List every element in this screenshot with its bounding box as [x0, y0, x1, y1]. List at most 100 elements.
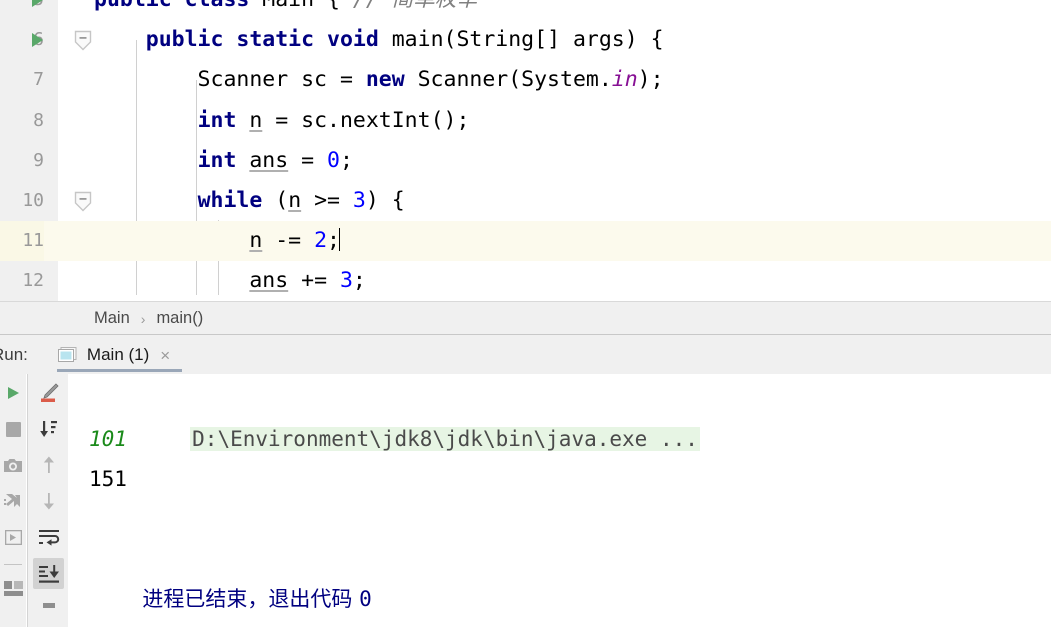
code-token: ans: [249, 147, 289, 173]
code-lines[interactable]: 5public class Main { // 简单枚举6 public sta…: [0, 0, 1051, 301]
code-line[interactable]: 10 while (n >= 3) {: [0, 181, 1051, 221]
code-token: 2: [314, 228, 328, 254]
code-text[interactable]: ans += 3;: [94, 261, 366, 301]
close-icon[interactable]: ×: [160, 347, 170, 364]
breadcrumb-separator-icon: ›: [140, 310, 146, 327]
code-token: class: [185, 0, 263, 12]
line-number: 12: [22, 270, 44, 292]
soft-wrap-icon[interactable]: [36, 524, 62, 550]
code-token: Scanner sc =: [94, 67, 366, 93]
run-gutter-icon[interactable]: [32, 33, 43, 48]
code-token: = sc.nextInt();: [262, 107, 470, 133]
scroll-to-end-icon[interactable]: [33, 558, 64, 589]
fold-collapse-icon[interactable]: [74, 30, 92, 52]
code-token: // 简单枚举: [353, 0, 478, 12]
line-number: 10: [22, 190, 44, 211]
code-line[interactable]: 11 n -= 2;: [0, 221, 1051, 262]
code-token: Main: [262, 0, 327, 12]
run-tab-main[interactable]: Main (1) ×: [52, 335, 183, 375]
text-caret: [338, 228, 340, 252]
code-line[interactable]: 7 Scanner sc = new Scanner(System.in);: [0, 60, 1051, 100]
code-editor[interactable]: 5public class Main { // 简单枚举6 public sta…: [0, 0, 1051, 301]
console-exit-message: 进程已结束，退出代码 0: [89, 539, 372, 627]
code-token: >=: [301, 188, 353, 213]
breadcrumb[interactable]: Main › main(): [0, 301, 1051, 335]
code-token: =: [288, 147, 328, 173]
code-token: 0: [327, 147, 340, 173]
code-text[interactable]: public class Main { // 简单枚举: [94, 0, 478, 20]
console-output[interactable]: D:\Environment\jdk8\jdk\bin\java.exe ...…: [68, 374, 1051, 627]
code-line[interactable]: 8 int n = sc.nextInt();: [0, 101, 1051, 141]
rerun-icon[interactable]: [2, 382, 24, 404]
code-token: 3: [352, 188, 366, 213]
code-token: n: [249, 107, 263, 133]
code-token: n: [288, 188, 302, 213]
code-token: static: [236, 27, 327, 53]
code-text[interactable]: public static void main(String[] args) {: [94, 20, 664, 60]
code-text[interactable]: int n = sc.nextInt();: [94, 101, 470, 141]
code-token: new: [365, 67, 418, 93]
resume-icon[interactable]: [2, 526, 24, 548]
code-token: public: [94, 0, 185, 12]
print-icon[interactable]: [36, 600, 62, 622]
code-token: int: [197, 147, 250, 173]
next-occurrence-icon[interactable]: [36, 488, 62, 514]
run-toolbar-left[interactable]: [0, 374, 26, 627]
previous-occurrence-icon[interactable]: [36, 452, 62, 478]
camera-icon[interactable]: [2, 454, 24, 476]
code-token: ans: [249, 268, 289, 294]
console-command-text: D:\Environment\jdk8\jdk\bin\java.exe ...: [190, 427, 700, 451]
code-text[interactable]: int ans = 0;: [94, 141, 353, 181]
stop-icon[interactable]: [2, 418, 24, 440]
line-number: 11: [0, 221, 44, 262]
code-token: );: [637, 67, 664, 93]
idea-window: 5public class Main { // 简单枚举6 public sta…: [0, 0, 1051, 627]
run-gutter-icon[interactable]: [32, 0, 43, 7]
code-token: int: [197, 107, 250, 133]
run-toolbar-right[interactable]: [27, 374, 69, 627]
code-line[interactable]: 12 ans += 3;: [0, 261, 1051, 301]
code-token: Scanner(System.: [417, 67, 612, 93]
code-line[interactable]: 9 int ans = 0;: [0, 141, 1051, 181]
exit-code-value: 0: [359, 587, 372, 611]
fold-collapse-icon[interactable]: [74, 191, 92, 213]
highlighter-pen-icon[interactable]: [36, 380, 62, 406]
line-number: 7: [33, 69, 44, 91]
code-line[interactable]: 5public class Main { // 简单枚举: [0, 0, 1051, 20]
code-token: public: [145, 27, 237, 53]
code-token: +=: [288, 268, 340, 294]
code-token: {: [327, 0, 353, 12]
code-token: 3: [339, 268, 353, 294]
run-toolwindow-label: Run:: [0, 345, 28, 364]
console-stdout: 151: [89, 467, 127, 491]
run-tab-label: Main (1): [86, 345, 150, 364]
run-configuration-icon: [57, 347, 77, 363]
line-number: 8: [33, 109, 44, 131]
code-token: main(String[] args) {: [391, 27, 664, 53]
code-token: in: [611, 67, 638, 93]
line-number: 9: [33, 149, 44, 171]
run-toolwindow-body: D:\Environment\jdk8\jdk\bin\java.exe ...…: [0, 374, 1051, 627]
coverage-icon[interactable]: [2, 490, 24, 512]
code-token: n: [249, 228, 263, 254]
code-token: -=: [262, 228, 315, 254]
sort-alphabetically-icon[interactable]: [36, 416, 62, 442]
breadcrumb-method[interactable]: main(): [154, 309, 205, 328]
code-token: ) {: [365, 188, 405, 213]
code-text[interactable]: Scanner sc = new Scanner(System.in);: [94, 60, 664, 100]
code-token: (: [275, 188, 289, 213]
code-line[interactable]: 6 public static void main(String[] args)…: [0, 20, 1051, 60]
code-text[interactable]: while (n >= 3) {: [94, 181, 405, 221]
exit-message-text: 进程已结束，退出代码: [142, 587, 360, 611]
console-command-line: D:\Environment\jdk8\jdk\bin\java.exe ...: [89, 379, 700, 499]
run-toolwindow-header: Run: Main (1) ×: [0, 334, 1051, 375]
code-text[interactable]: n -= 2;: [94, 221, 340, 261]
toolbar-divider: [4, 564, 22, 565]
breadcrumb-class[interactable]: Main: [92, 309, 132, 328]
layout-icon[interactable]: [2, 577, 24, 599]
